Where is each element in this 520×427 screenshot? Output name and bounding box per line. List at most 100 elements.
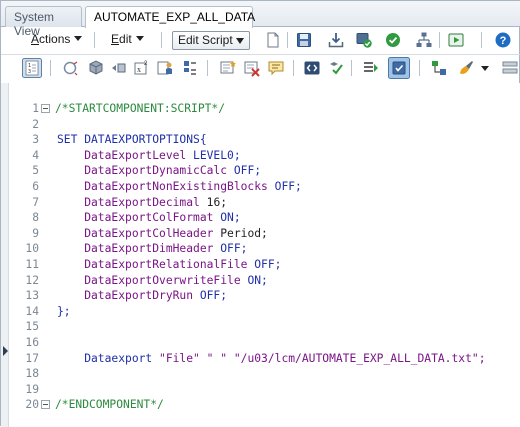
insert-comment-icon[interactable] (219, 59, 237, 77)
code-text: DataExportRelationalFile OFF; (57, 257, 281, 273)
line-number: 16 (25, 335, 39, 349)
code-text: DataExportDryRun OFF; (57, 288, 227, 304)
code-line[interactable]: 5 DataExportDynamicCalc OFF; (9, 163, 486, 179)
member-icon[interactable] (87, 59, 105, 77)
code-line[interactable]: 12 DataExportOverwriteFile ON; (9, 273, 486, 289)
chevron-down-icon (74, 36, 83, 41)
code-line[interactable]: 6 DataExportNonExistingBlocks OFF; (9, 179, 486, 195)
save-icon[interactable] (295, 31, 313, 49)
formula-icon[interactable]: x 2 (133, 59, 151, 77)
edit-menu[interactable]: Edit (111, 32, 144, 46)
code-line[interactable]: 13 DataExportDryRun OFF; (9, 288, 486, 304)
hierarchy-icon[interactable] (415, 31, 433, 49)
code-line[interactable]: 3 SET DATAEXPORTOPTIONS{ (9, 132, 486, 148)
edit-menu-label: dit (119, 32, 132, 46)
code-token: DataExportColFormat (57, 211, 221, 225)
code-line[interactable]: 14}; (9, 304, 486, 320)
editor-margin[interactable] (1, 83, 9, 427)
comment-icon[interactable] (267, 59, 285, 77)
edit-menu-mnemonic: E (111, 32, 120, 46)
code-line[interactable]: 20 /*ENDCOMPONENT*/ (9, 397, 486, 413)
script-editor[interactable]: 1 /*STARTCOMPONENT:SCRIPT*/ 2 3 SET DATAEXPO… (1, 83, 520, 427)
divider (293, 60, 294, 76)
code-token: DataExportNonExistingBlocks (57, 179, 275, 193)
svg-text:?: ? (500, 35, 507, 47)
collapse-icon[interactable] (362, 59, 380, 77)
code-line[interactable]: 18 (9, 366, 486, 382)
code-token: /*STARTCOMPONENT:SCRIPT*/ (55, 102, 226, 115)
divider (287, 32, 288, 48)
mode-select-value: Edit Script (178, 33, 233, 47)
function-icon[interactable] (62, 59, 80, 77)
line-number: 13 (25, 289, 39, 303)
line-number: 7 (32, 195, 39, 209)
line-numbers-icon[interactable]: 1 3 (22, 58, 42, 78)
code-line[interactable]: 15 (9, 319, 486, 335)
code-line[interactable]: 16 (9, 335, 486, 351)
code-line[interactable]: 2 (9, 117, 486, 133)
validate-icon[interactable] (355, 31, 373, 49)
tab-automate-exp-all-data[interactable]: AUTOMATE_EXP_ALL_DATA (85, 6, 255, 28)
code-token: SET DATAEXPORTOPTIONS{ (57, 133, 207, 147)
code-token: DataExportDimHeader (57, 242, 221, 256)
smartlist-icon[interactable] (156, 59, 174, 77)
code-text: DataExportNonExistingBlocks OFF; (57, 179, 302, 195)
code-token: Period; (220, 226, 268, 240)
check-icon[interactable] (384, 31, 402, 49)
hierarchy-icon[interactable] (501, 59, 519, 77)
line-number: 9 (32, 226, 39, 240)
actions-menu-mnemonic: A (31, 32, 40, 46)
code-token: "File" " " "/u03/lcm/AUTOMATE_EXP_ALL_DA… (159, 351, 486, 365)
download-icon[interactable] (327, 31, 345, 49)
code-line[interactable]: 17 Dataexport "File" " " "/u03/lcm/AUTOM… (9, 351, 486, 367)
fold-toggle-icon[interactable] (41, 104, 50, 113)
divider (161, 32, 162, 48)
code-token: DataExportOverwriteFile (57, 273, 248, 287)
code-line[interactable]: 4 DataExportLevel LEVEL0; (9, 148, 486, 164)
code-line[interactable]: 9 DataExportColHeader Period; (9, 226, 486, 242)
paint-icon[interactable] (457, 59, 475, 77)
divider (481, 32, 482, 48)
line-number: 12 (25, 273, 39, 287)
code-line[interactable]: 11 DataExportRelationalFile OFF; (9, 257, 486, 273)
format-icon[interactable] (327, 59, 345, 77)
tab-bar: System View AUTOMATE_EXP_ALL_DATA (1, 1, 520, 38)
code-line[interactable]: 1 /*STARTCOMPONENT:SCRIPT*/ (9, 101, 486, 117)
code-token: DataExportDynamicCalc (57, 164, 234, 178)
code-token: }; (57, 304, 71, 318)
fold-toggle-icon[interactable] (41, 400, 50, 410)
divider (94, 32, 95, 48)
code-text: /*ENDCOMPONENT*/ (55, 397, 164, 413)
toggle-view-icon[interactable] (388, 57, 410, 79)
code-text: DataExportDynamicCalc OFF; (57, 163, 261, 179)
divider (207, 60, 208, 76)
code-line[interactable]: 10 DataExportDimHeader OFF; (9, 241, 486, 257)
tree-icon[interactable] (181, 59, 199, 77)
mode-select[interactable]: Edit Script (172, 31, 250, 50)
code-token: OFF; (233, 164, 262, 178)
remove-comment-icon[interactable] (243, 59, 261, 77)
variable-icon[interactable] (109, 59, 127, 77)
line-number: 19 (25, 382, 39, 396)
line-number: 20 (25, 398, 39, 412)
code-token: DataExportDryRun (57, 289, 200, 303)
help-icon[interactable]: ? (494, 31, 512, 49)
actions-menu[interactable]: Actions (31, 32, 83, 46)
chevron-down-icon (236, 38, 244, 44)
launch-icon[interactable] (447, 31, 465, 49)
line-number: 17 (25, 351, 39, 365)
line-number: 15 (25, 320, 39, 334)
chevron-down-icon[interactable] (481, 66, 489, 71)
code-line[interactable]: 19 (9, 382, 486, 398)
code-line[interactable]: 7 DataExportDecimal 16; (9, 195, 486, 211)
hierarchy-icon[interactable] (430, 59, 448, 77)
expand-arrow-icon[interactable] (3, 346, 8, 356)
new-page-icon[interactable] (264, 31, 282, 49)
code-line[interactable]: 8 DataExportColFormat ON; (9, 210, 486, 226)
tab-system-view[interactable]: System View (5, 6, 82, 38)
code-token: OFF; (274, 179, 302, 193)
code-token: ON; (247, 273, 268, 287)
line-number: 18 (25, 367, 39, 381)
actions-menu-label: ctions (39, 32, 71, 46)
code-block-icon[interactable] (303, 59, 321, 77)
